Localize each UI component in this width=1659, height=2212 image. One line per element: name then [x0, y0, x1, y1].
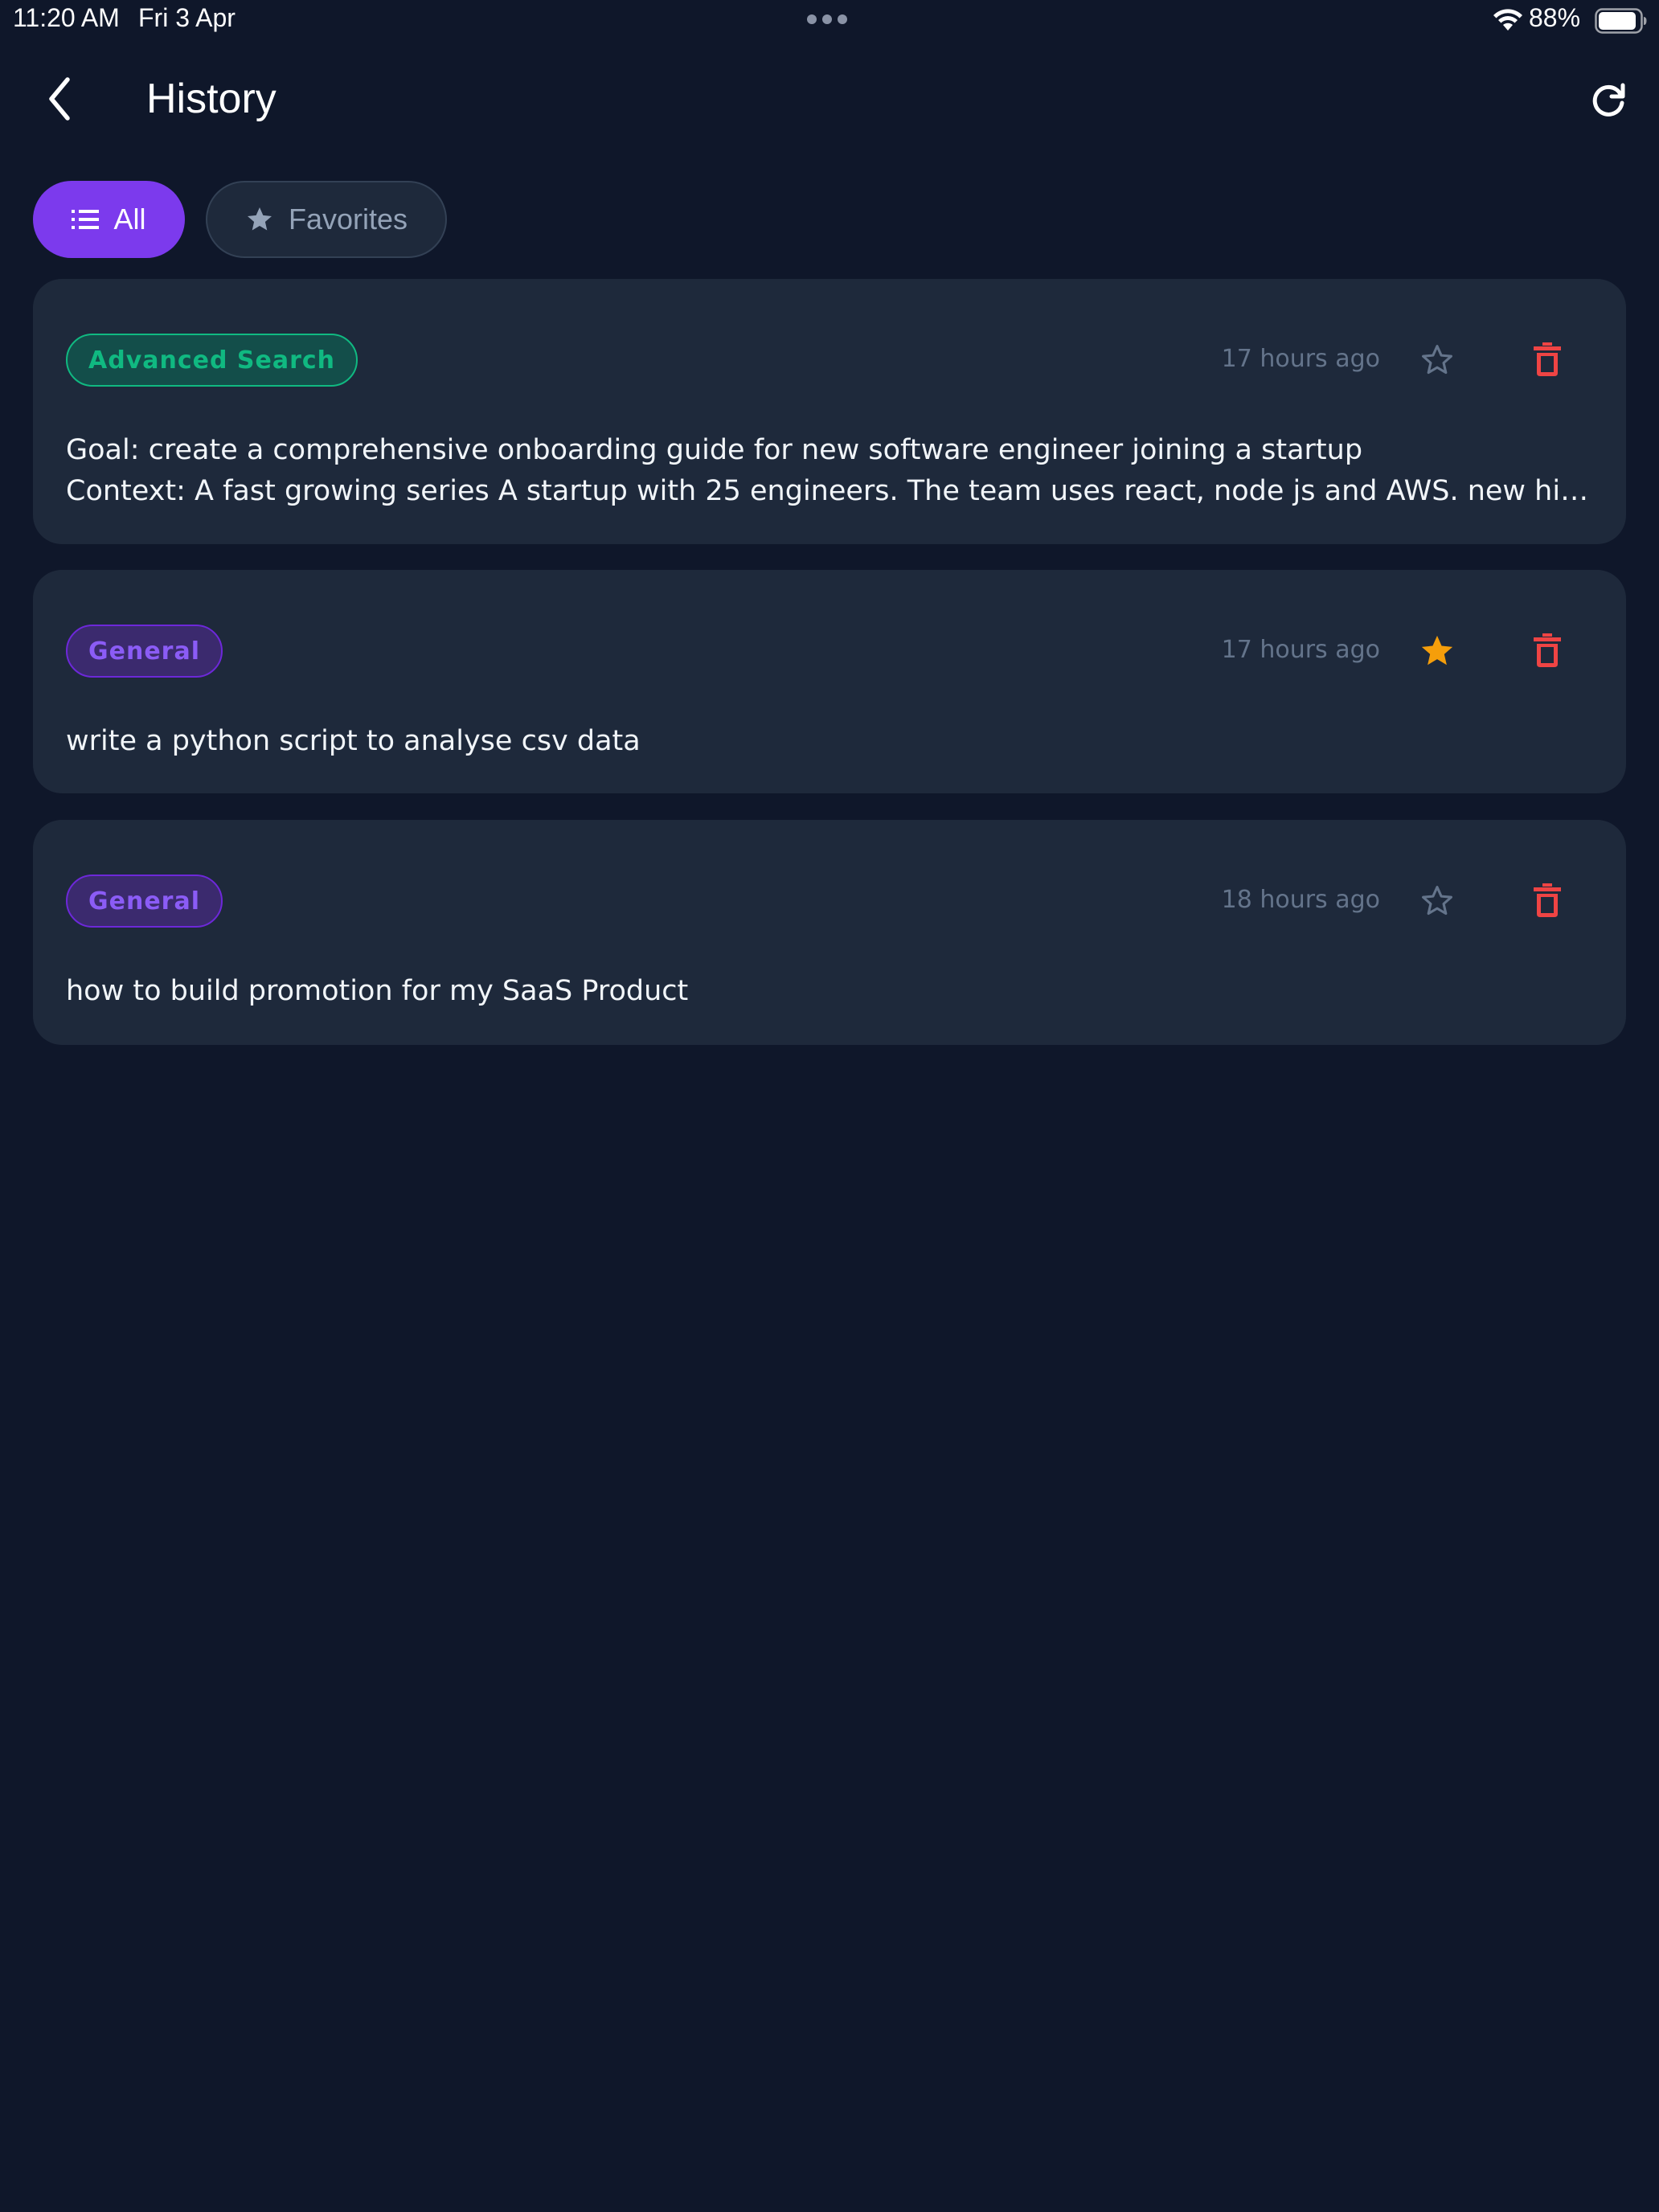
- filter-tab-favorites-label: Favorites: [288, 203, 408, 236]
- filter-tab-all-label: All: [113, 203, 146, 236]
- history-item-text: how to build promotion for my SaaS Produ…: [66, 971, 1593, 1012]
- history-item-text-line: Goal: create a comprehensive onboarding …: [66, 434, 1363, 466]
- history-item[interactable]: General 17 hours ago write a python scri…: [33, 570, 1626, 793]
- battery-icon: [1595, 8, 1647, 34]
- favorite-button[interactable]: [1417, 340, 1457, 380]
- timestamp: 18 hours ago: [1221, 886, 1380, 914]
- status-date: Fri 3 Apr: [138, 3, 236, 32]
- trash-icon: [1534, 883, 1561, 917]
- wifi-icon: [1493, 9, 1522, 31]
- history-item-text-line: Context: A fast growing series A startup…: [66, 475, 1593, 507]
- star-outline-icon: [1422, 345, 1452, 375]
- multitasking-dots-icon[interactable]: [807, 14, 847, 24]
- star-outline-icon: [1422, 886, 1452, 916]
- battery-percentage: 88%: [1529, 3, 1581, 32]
- filter-tab-favorites[interactable]: Favorites: [206, 181, 447, 258]
- delete-button[interactable]: [1526, 879, 1568, 921]
- back-button[interactable]: [32, 71, 88, 127]
- timestamp: 17 hours ago: [1221, 345, 1380, 373]
- history-item[interactable]: Advanced Search 17 hours ago Goal: creat…: [33, 279, 1626, 544]
- delete-button[interactable]: [1526, 629, 1568, 671]
- favorite-button[interactable]: [1417, 881, 1457, 921]
- trash-icon: [1534, 342, 1561, 376]
- history-item-text: write a python script to analyse csv dat…: [66, 721, 1593, 762]
- category-badge: Advanced Search: [66, 334, 358, 387]
- timestamp: 17 hours ago: [1221, 636, 1380, 664]
- chevron-left-icon: [49, 77, 70, 121]
- star-filled-icon: [1421, 635, 1453, 666]
- history-item[interactable]: General 18 hours ago how to build promot…: [33, 820, 1626, 1045]
- list-icon: [72, 210, 100, 229]
- category-badge: General: [66, 625, 223, 678]
- filter-tab-all[interactable]: All: [33, 181, 185, 258]
- star-icon: [247, 207, 272, 231]
- trash-icon: [1534, 633, 1561, 667]
- status-bar: 11:20 AM Fri 3 Apr 88%: [0, 0, 1659, 40]
- page-title: History: [146, 76, 276, 122]
- status-time: 11:20 AM: [13, 3, 120, 32]
- history-item-text-line: how to build promotion for my SaaS Produ…: [66, 975, 689, 1007]
- refresh-icon: [1592, 83, 1625, 117]
- delete-button[interactable]: [1526, 338, 1568, 380]
- history-item-text-line: write a python script to analyse csv dat…: [66, 725, 641, 757]
- history-item-text: Goal: create a comprehensive onboarding …: [66, 430, 1593, 512]
- category-badge: General: [66, 875, 223, 928]
- refresh-button[interactable]: [1580, 72, 1636, 129]
- favorite-button[interactable]: [1417, 631, 1457, 671]
